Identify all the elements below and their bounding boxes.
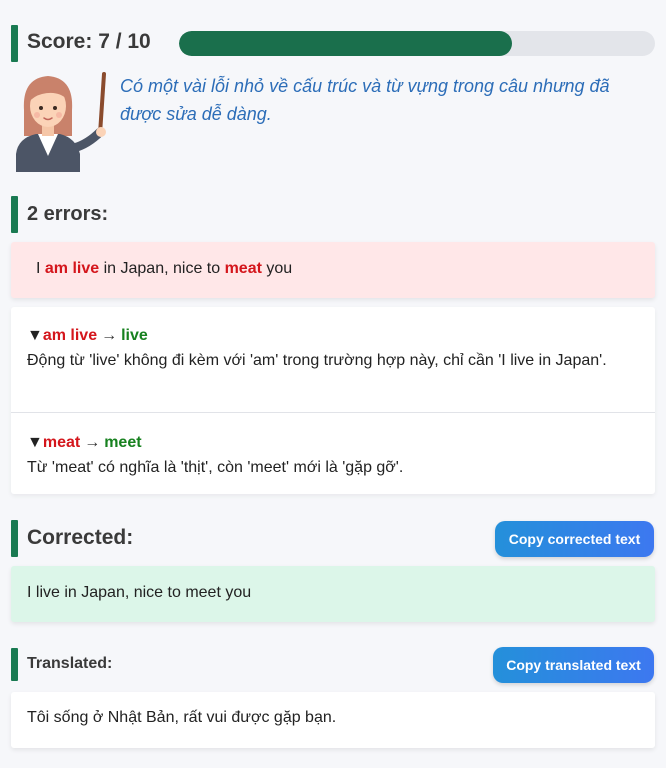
errors-heading: 2 errors: (27, 203, 109, 225)
sentence-segment: I (36, 260, 45, 277)
corrected-text: I live in Japan, nice to meet you (11, 566, 655, 622)
error-toggle-header[interactable]: ▼meat → meet (27, 430, 639, 455)
translated-text: Tôi sống ở Nhật Bản, rất vui được gặp bạ… (11, 692, 655, 748)
error-explanation: Động từ 'live' không đi kèm với 'am' tro… (27, 352, 607, 369)
copy-translated-button[interactable]: Copy translated text (493, 647, 654, 683)
error-wrong-text: meat (42, 434, 81, 451)
corrected-accent-bar (11, 520, 18, 557)
caret-down-icon[interactable]: ▼ (27, 434, 43, 451)
original-sentence: I am live in Japan, nice to meat you (11, 242, 655, 298)
errors-list: ▼am live → live Động từ 'live' không đi kè… (11, 307, 655, 494)
translated-heading: Translated: (27, 655, 113, 672)
sentence-segment: in Japan, nice to (99, 260, 225, 277)
error-correct-text: live (121, 327, 148, 344)
errors-accent-bar (11, 196, 18, 233)
arrow-right-icon: → (84, 434, 101, 451)
translated-accent-bar (11, 648, 18, 681)
error-item: ▼am live → live Động từ 'live' không đi kè… (11, 307, 655, 412)
corrected-heading: Corrected: (27, 526, 134, 549)
error-correct-text: meet (104, 434, 142, 451)
score-progress-fill (179, 31, 513, 56)
copy-corrected-button[interactable]: Copy corrected text (495, 521, 654, 557)
caret-down-icon[interactable]: ▼ (27, 327, 43, 344)
score-progress-bar (179, 31, 655, 56)
score-label: Score: 7 / 10 (27, 30, 151, 53)
sentence-error-segment: meat (224, 260, 262, 277)
score-accent-bar (11, 25, 18, 62)
error-toggle-header[interactable]: ▼am live → live (27, 323, 639, 348)
teacher-avatar-icon (16, 72, 106, 172)
error-explanation: Từ 'meat' có nghĩa là 'thịt', còn 'meet'… (27, 459, 404, 476)
feedback-message: Có một vài lỗi nhỏ về cấu trúc và từ vựn… (120, 76, 610, 124)
sentence-error-segment: am live (44, 260, 100, 277)
sentence-segment: you (261, 260, 293, 277)
arrow-right-icon: → (101, 327, 118, 344)
error-item: ▼meat → meet Từ 'meat' có nghĩa là 'thịt',… (11, 412, 655, 494)
error-wrong-text: am live (42, 327, 98, 344)
